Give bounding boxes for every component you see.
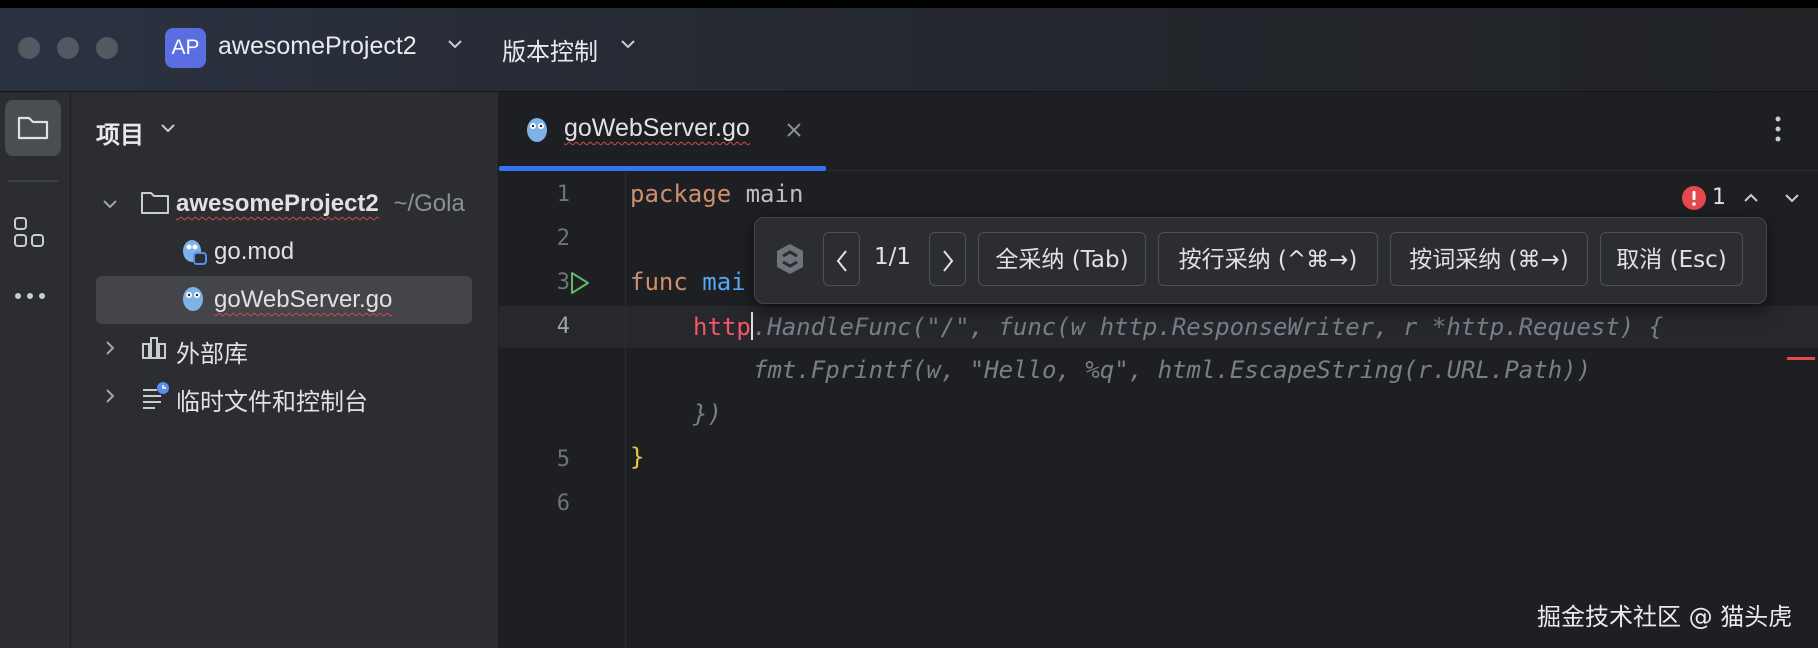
vcs-menu[interactable]: 版本控制	[502, 32, 598, 67]
project-tool-button[interactable]	[5, 100, 61, 156]
chevron-left-icon	[836, 249, 847, 272]
project-panel	[71, 92, 499, 648]
close-icon[interactable]	[784, 120, 804, 144]
file-name: goWebServer.go	[214, 286, 393, 313]
project-panel-title[interactable]: 项目	[96, 115, 144, 150]
scratch-icon	[140, 380, 170, 414]
chevron-down-icon[interactable]	[1782, 188, 1802, 212]
suggestion-counter: 1/1	[874, 244, 912, 270]
gutter-separator	[625, 172, 626, 648]
library-icon	[140, 334, 168, 366]
chevron-up-icon[interactable]	[1741, 188, 1761, 212]
inline-suggestion-line-3: })	[693, 400, 722, 428]
gopher-icon	[525, 115, 549, 149]
chevron-down-icon[interactable]	[445, 34, 465, 58]
folder-icon	[140, 190, 170, 220]
chevron-down-icon[interactable]	[618, 34, 638, 58]
previous-suggestion-button[interactable]	[823, 232, 860, 286]
code-line-5[interactable]: }	[630, 443, 644, 471]
project-badge[interactable]: AP	[165, 28, 206, 68]
tree-item-root[interactable]: awesomeProject2 ~/Gola	[176, 190, 465, 218]
chevron-down-icon[interactable]	[158, 118, 178, 142]
editor-tab-gowebserver[interactable]: goWebServer.go	[564, 114, 750, 143]
tree-item-scratches[interactable]: 临时文件和控制台	[176, 382, 368, 417]
more-vertical-icon[interactable]	[1768, 114, 1788, 148]
project-selector[interactable]: awesomeProject2	[218, 32, 417, 61]
identifier: main	[745, 180, 804, 208]
chevron-right-icon	[942, 249, 953, 272]
more-icon[interactable]	[12, 286, 52, 310]
chevron-down-icon[interactable]	[100, 194, 120, 218]
gopher-icon	[180, 236, 208, 270]
code-line-3[interactable]: func mai	[630, 268, 746, 296]
tree-item-go-mod[interactable]: go.mod	[214, 238, 294, 266]
line-number: 4	[556, 314, 570, 339]
next-suggestion-button[interactable]	[929, 232, 966, 286]
inline-suggestion: .HandleFunc("/", func(w http.ResponseWri…	[752, 313, 1664, 341]
window-zoom-button[interactable]	[96, 37, 118, 59]
root-folder-path: ~/Gola	[393, 190, 465, 217]
line-number: 3	[556, 270, 570, 295]
tree-item-external-libraries[interactable]: 外部库	[176, 334, 248, 369]
tree-item-gowebserver[interactable]: goWebServer.go	[214, 286, 392, 314]
accept-word-button[interactable]: 按词采纳 (⌘→)	[1390, 232, 1588, 286]
keyword: package	[630, 180, 732, 208]
root-folder-name: awesomeProject2	[176, 190, 379, 217]
line-number: 6	[556, 491, 570, 516]
accept-all-button[interactable]: 全采纳 (Tab)	[978, 232, 1146, 286]
keyword: func	[630, 268, 688, 296]
line-number: 2	[556, 226, 570, 251]
error-count[interactable]: 1	[1712, 185, 1726, 210]
accept-line-button[interactable]: 按行采纳 (^⌘→)	[1158, 232, 1378, 286]
identifier: mai	[702, 268, 746, 296]
watermark: 掘金技术社区 @ 猫头虎	[1537, 603, 1793, 631]
window-minimize-button[interactable]	[57, 37, 79, 59]
line-number: 1	[556, 182, 570, 207]
code-line-1[interactable]: package main	[630, 180, 803, 208]
typed-text: http	[693, 313, 751, 341]
tool-window-strip	[0, 92, 71, 648]
gopher-icon	[180, 284, 206, 318]
line-number: 5	[556, 447, 570, 472]
active-tab-indicator	[499, 166, 826, 171]
divider	[8, 180, 58, 182]
error-stripe-marker[interactable]	[1787, 357, 1815, 360]
window-close-button[interactable]	[18, 37, 40, 59]
inline-suggestion-line-2: fmt.Fprintf(w, "Hello, %q", html.EscapeS…	[753, 356, 1592, 384]
code-line-4[interactable]: http.HandleFunc("/", func(w http.Respons…	[693, 312, 1663, 341]
chevron-right-icon[interactable]	[100, 386, 120, 410]
chevron-right-icon[interactable]	[100, 338, 120, 362]
structure-icon[interactable]	[10, 212, 50, 256]
error-icon[interactable]	[1681, 185, 1707, 215]
folder-icon	[17, 116, 49, 140]
ai-assistant-icon	[772, 241, 808, 281]
run-gutter-icon[interactable]	[568, 270, 592, 300]
cancel-button[interactable]: 取消 (Esc)	[1600, 232, 1743, 286]
